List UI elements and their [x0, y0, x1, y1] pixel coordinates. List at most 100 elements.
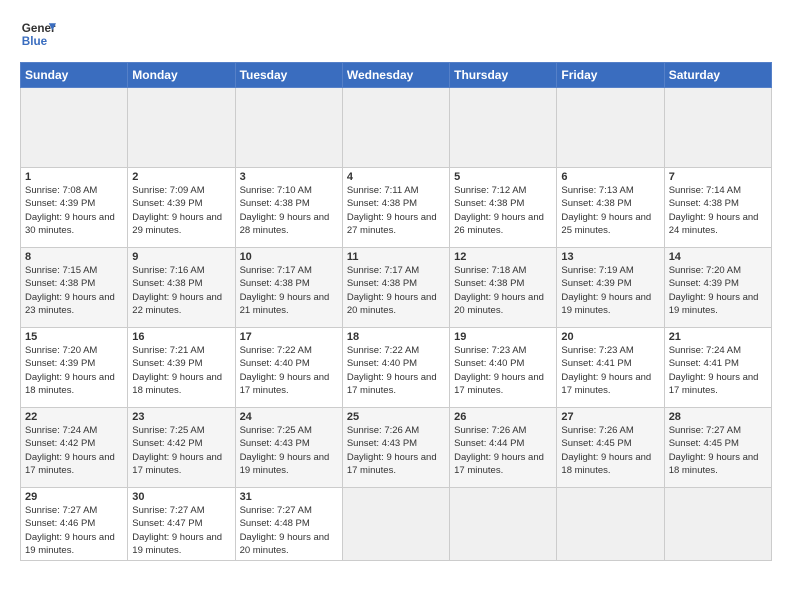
day-number: 22 [25, 411, 123, 423]
day-info: Sunrise: 7:26 AMSunset: 4:44 PMDaylight:… [454, 425, 544, 476]
day-number: 3 [240, 171, 338, 183]
day-number: 15 [25, 331, 123, 343]
calendar-weekday-saturday: Saturday [664, 63, 771, 88]
day-info: Sunrise: 7:27 AMSunset: 4:48 PMDaylight:… [240, 505, 330, 556]
calendar-header-row: SundayMondayTuesdayWednesdayThursdayFrid… [21, 63, 772, 88]
calendar-table: SundayMondayTuesdayWednesdayThursdayFrid… [20, 62, 772, 561]
calendar-cell: 11 Sunrise: 7:17 AMSunset: 4:38 PMDayligh… [342, 248, 449, 328]
calendar-cell: 5Sunrise: 7:12 AMSunset: 4:38 PMDaylight… [450, 168, 557, 248]
calendar-week-row: 29Sunrise: 7:27 AMSunset: 4:46 PMDayligh… [21, 488, 772, 561]
day-number: 23 [132, 411, 230, 423]
calendar-cell [21, 88, 128, 168]
day-number: 18 [347, 331, 445, 343]
calendar-weekday-sunday: Sunday [21, 63, 128, 88]
day-number: 28 [669, 411, 767, 423]
calendar-cell: 15Sunrise: 7:20 AMSunset: 4:39 PMDayligh… [21, 328, 128, 408]
day-info: Sunrise: 7:09 AMSunset: 4:39 PMDaylight:… [132, 185, 222, 236]
calendar-cell: 1 Sunrise: 7:08 AMSunset: 4:39 PMDaylight… [21, 168, 128, 248]
day-number: 1 [25, 171, 123, 183]
calendar-cell: 23 Sunrise: 7:25 AMSunset: 4:42 PMDayligh… [128, 408, 235, 488]
day-info: Sunrise: 7:27 AMSunset: 4:47 PMDaylight:… [132, 505, 222, 556]
calendar-week-row [21, 88, 772, 168]
calendar-cell: 14 Sunrise: 7:20 AMSunset: 4:39 PMDayligh… [664, 248, 771, 328]
calendar-cell [557, 488, 664, 561]
day-info: Sunrise: 7:17 AMSunset: 4:38 PMDaylight:… [347, 265, 437, 316]
day-info: Sunrise: 7:14 AMSunset: 4:38 PMDaylight:… [669, 185, 759, 236]
calendar-cell: 20 Sunrise: 7:23 AMSunset: 4:41 PMDayligh… [557, 328, 664, 408]
calendar-cell: 26 Sunrise: 7:26 AMSunset: 4:44 PMDayligh… [450, 408, 557, 488]
day-info: Sunrise: 7:25 AMSunset: 4:43 PMDaylight:… [240, 425, 330, 476]
svg-text:Blue: Blue [22, 35, 48, 48]
day-number: 16 [132, 331, 230, 343]
calendar-weekday-tuesday: Tuesday [235, 63, 342, 88]
calendar-cell: 24 Sunrise: 7:25 AMSunset: 4:43 PMDayligh… [235, 408, 342, 488]
day-info: Sunrise: 7:24 AMSunset: 4:42 PMDaylight:… [25, 425, 115, 476]
calendar-weekday-friday: Friday [557, 63, 664, 88]
day-number: 20 [561, 331, 659, 343]
day-number: 7 [669, 171, 767, 183]
calendar-cell: 21 Sunrise: 7:24 AMSunset: 4:41 PMDayligh… [664, 328, 771, 408]
day-number: 9 [132, 251, 230, 263]
calendar-cell: 19 Sunrise: 7:23 AMSunset: 4:40 PMDayligh… [450, 328, 557, 408]
day-number: 27 [561, 411, 659, 423]
day-info: Sunrise: 7:23 AMSunset: 4:41 PMDaylight:… [561, 345, 651, 396]
calendar-cell [342, 488, 449, 561]
calendar-cell [342, 88, 449, 168]
calendar-weekday-wednesday: Wednesday [342, 63, 449, 88]
calendar-cell: 16 Sunrise: 7:21 AMSunset: 4:39 PMDayligh… [128, 328, 235, 408]
calendar-cell: 10Sunrise: 7:17 AMSunset: 4:38 PMDayligh… [235, 248, 342, 328]
calendar-cell [664, 488, 771, 561]
logo: General Blue [20, 16, 56, 52]
calendar-cell: 9 Sunrise: 7:16 AMSunset: 4:38 PMDaylight… [128, 248, 235, 328]
day-info: Sunrise: 7:10 AMSunset: 4:38 PMDaylight:… [240, 185, 330, 236]
calendar-weekday-monday: Monday [128, 63, 235, 88]
calendar-week-row: 1 Sunrise: 7:08 AMSunset: 4:39 PMDaylight… [21, 168, 772, 248]
day-number: 26 [454, 411, 552, 423]
day-info: Sunrise: 7:16 AMSunset: 4:38 PMDaylight:… [132, 265, 222, 316]
day-number: 4 [347, 171, 445, 183]
day-number: 30 [132, 491, 230, 503]
day-info: Sunrise: 7:18 AMSunset: 4:38 PMDaylight:… [454, 265, 544, 316]
calendar-cell: 30 Sunrise: 7:27 AMSunset: 4:47 PMDayligh… [128, 488, 235, 561]
day-number: 24 [240, 411, 338, 423]
day-info: Sunrise: 7:27 AMSunset: 4:45 PMDaylight:… [669, 425, 759, 476]
day-info: Sunrise: 7:24 AMSunset: 4:41 PMDaylight:… [669, 345, 759, 396]
day-info: Sunrise: 7:26 AMSunset: 4:43 PMDaylight:… [347, 425, 437, 476]
day-number: 19 [454, 331, 552, 343]
day-number: 14 [669, 251, 767, 263]
calendar-cell: 6Sunrise: 7:13 AMSunset: 4:38 PMDaylight… [557, 168, 664, 248]
day-number: 11 [347, 251, 445, 263]
day-info: Sunrise: 7:27 AMSunset: 4:46 PMDaylight:… [25, 505, 115, 556]
day-info: Sunrise: 7:23 AMSunset: 4:40 PMDaylight:… [454, 345, 544, 396]
calendar-cell [664, 88, 771, 168]
calendar-cell [450, 488, 557, 561]
calendar-cell: 22 Sunrise: 7:24 AMSunset: 4:42 PMDayligh… [21, 408, 128, 488]
calendar-cell: 12 Sunrise: 7:18 AMSunset: 4:38 PMDayligh… [450, 248, 557, 328]
calendar-cell: 7 Sunrise: 7:14 AMSunset: 4:38 PMDaylight… [664, 168, 771, 248]
calendar-cell [557, 88, 664, 168]
day-info: Sunrise: 7:22 AMSunset: 4:40 PMDaylight:… [347, 345, 437, 396]
day-info: Sunrise: 7:26 AMSunset: 4:45 PMDaylight:… [561, 425, 651, 476]
day-info: Sunrise: 7:21 AMSunset: 4:39 PMDaylight:… [132, 345, 222, 396]
day-info: Sunrise: 7:20 AMSunset: 4:39 PMDaylight:… [669, 265, 759, 316]
day-number: 8 [25, 251, 123, 263]
day-number: 12 [454, 251, 552, 263]
day-number: 21 [669, 331, 767, 343]
calendar-cell: 28 Sunrise: 7:27 AMSunset: 4:45 PMDayligh… [664, 408, 771, 488]
day-info: Sunrise: 7:08 AMSunset: 4:39 PMDaylight:… [25, 185, 115, 236]
day-info: Sunrise: 7:22 AMSunset: 4:40 PMDaylight:… [240, 345, 330, 396]
day-number: 25 [347, 411, 445, 423]
calendar-cell: 8Sunrise: 7:15 AMSunset: 4:38 PMDaylight… [21, 248, 128, 328]
logo-icon: General Blue [20, 16, 56, 52]
calendar-cell: 17Sunrise: 7:22 AMSunset: 4:40 PMDayligh… [235, 328, 342, 408]
day-number: 13 [561, 251, 659, 263]
day-info: Sunrise: 7:25 AMSunset: 4:42 PMDaylight:… [132, 425, 222, 476]
calendar-week-row: 8Sunrise: 7:15 AMSunset: 4:38 PMDaylight… [21, 248, 772, 328]
calendar-cell: 18 Sunrise: 7:22 AMSunset: 4:40 PMDayligh… [342, 328, 449, 408]
day-info: Sunrise: 7:17 AMSunset: 4:38 PMDaylight:… [240, 265, 330, 316]
calendar-cell: 25 Sunrise: 7:26 AMSunset: 4:43 PMDayligh… [342, 408, 449, 488]
calendar-cell: 4Sunrise: 7:11 AMSunset: 4:38 PMDaylight… [342, 168, 449, 248]
calendar-cell: 2Sunrise: 7:09 AMSunset: 4:39 PMDaylight… [128, 168, 235, 248]
day-number: 31 [240, 491, 338, 503]
calendar-cell: 3 Sunrise: 7:10 AMSunset: 4:38 PMDaylight… [235, 168, 342, 248]
